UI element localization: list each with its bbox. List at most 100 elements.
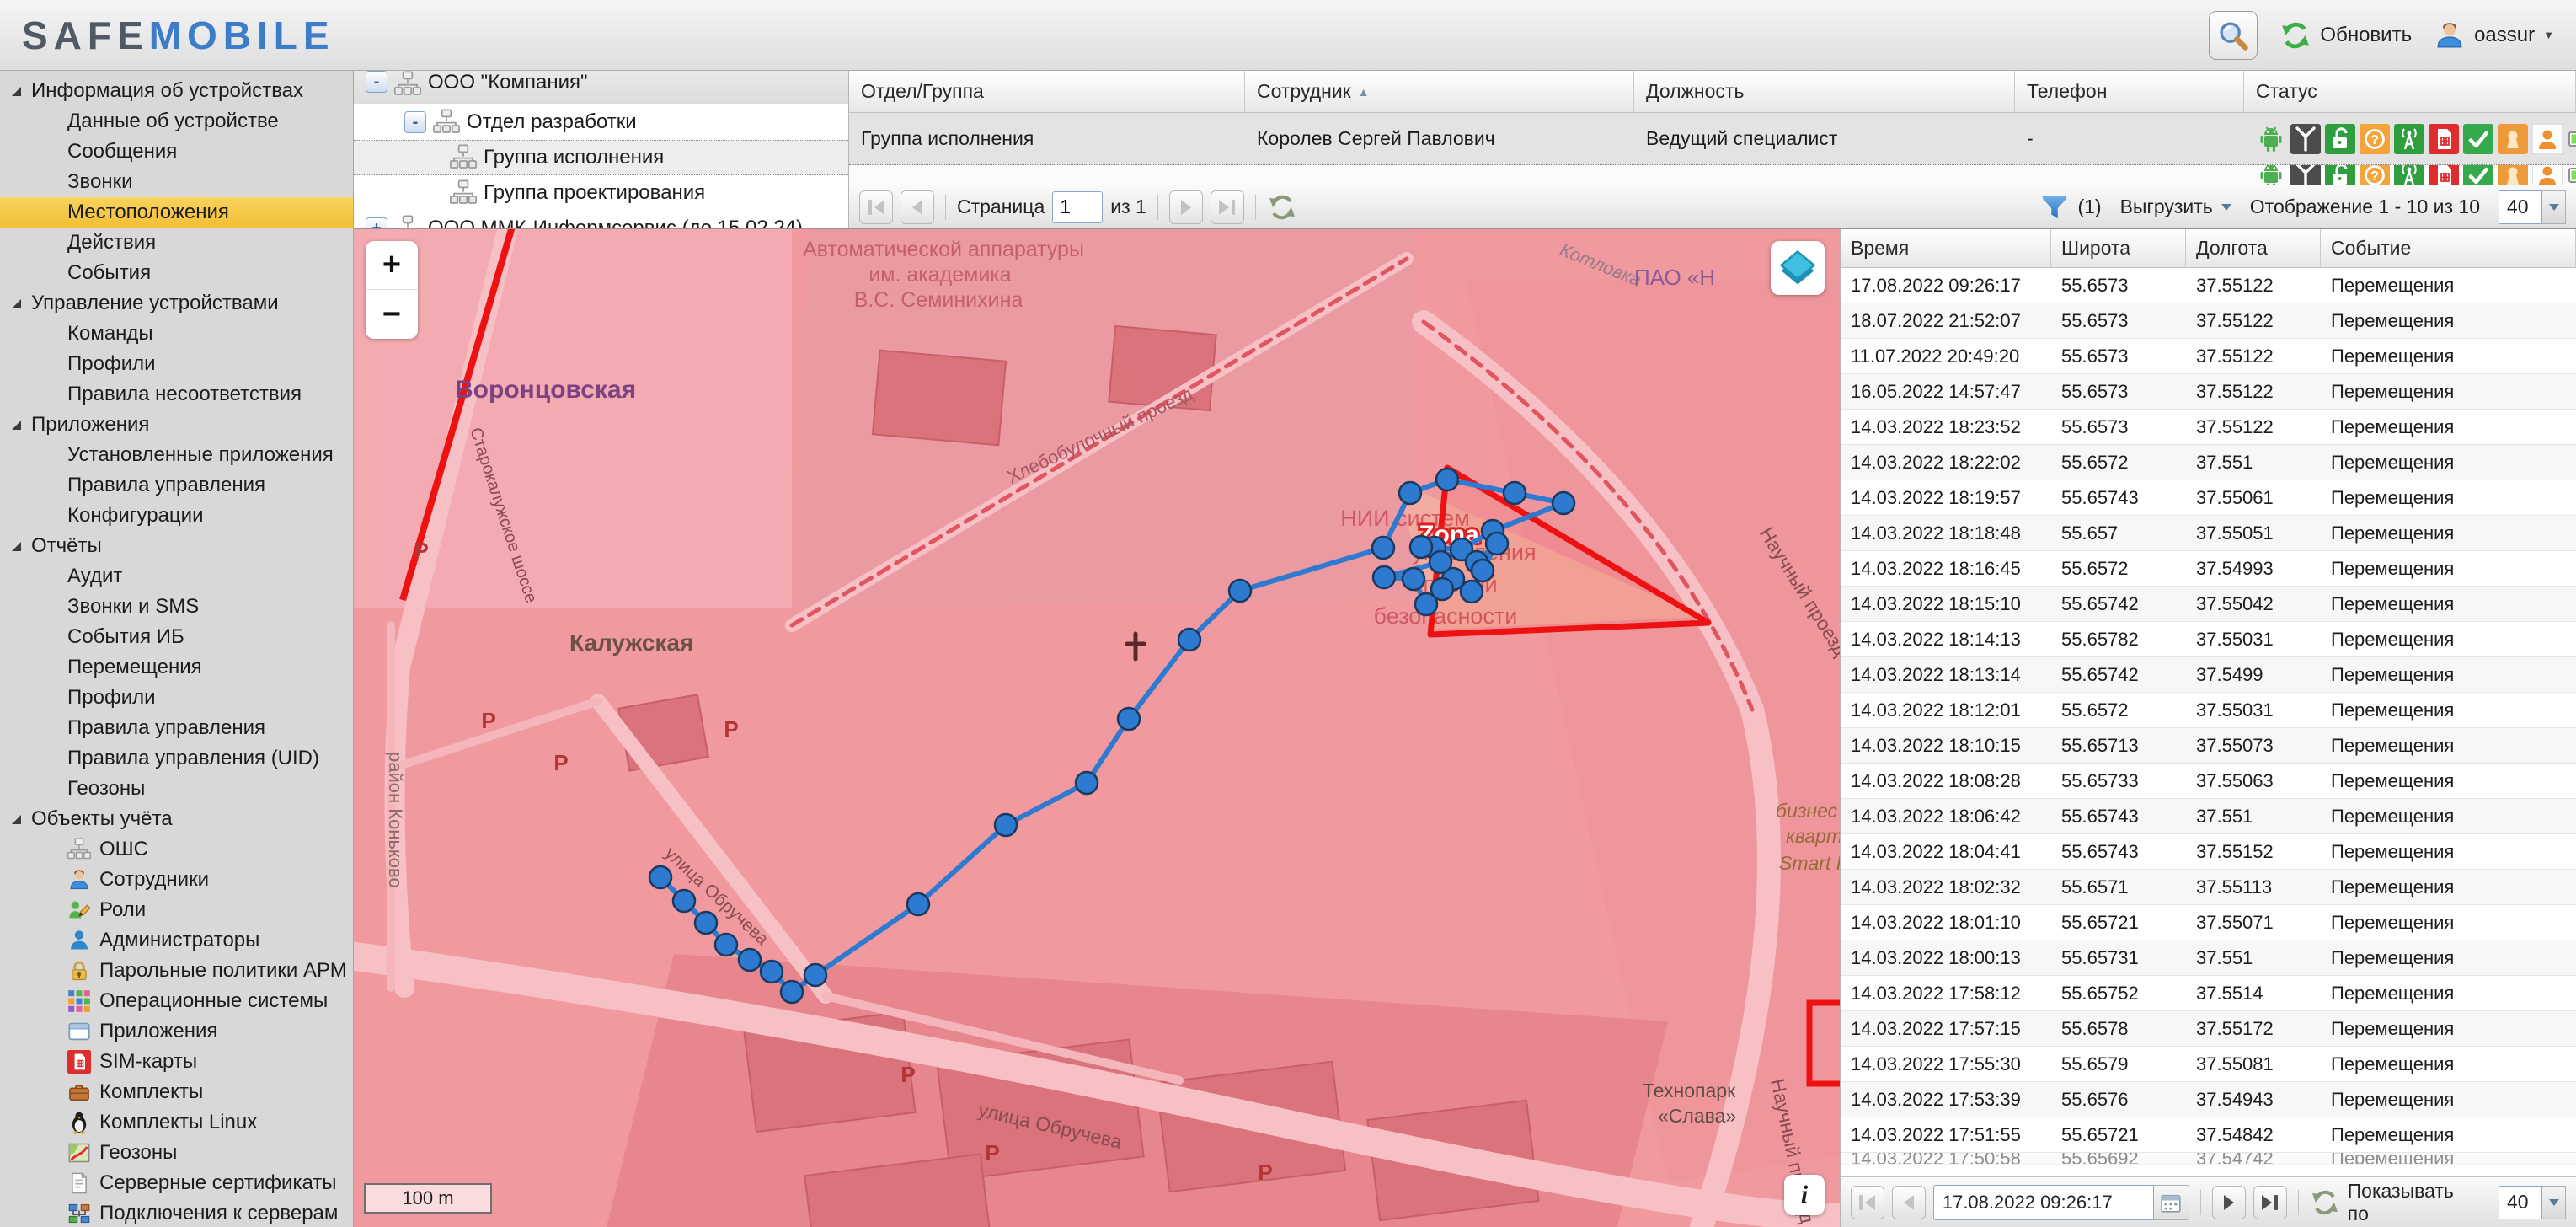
track-point[interactable] — [1403, 568, 1424, 590]
tree-expander-icon[interactable] — [12, 542, 21, 551]
location-row[interactable]: 14.03.2022 18:22:0255.657237.551Перемеще… — [1841, 445, 2576, 480]
track-point[interactable] — [1399, 482, 1421, 504]
map-layers-button[interactable] — [1771, 241, 1825, 295]
org-tree-node[interactable]: Группа проектирования — [354, 175, 848, 211]
location-row[interactable]: 14.03.2022 18:15:1055.6574237.55042Перем… — [1841, 587, 2576, 622]
track-point[interactable] — [1415, 593, 1437, 615]
employee-row[interactable]: ? — [849, 165, 2576, 185]
first-page-button[interactable] — [859, 190, 893, 224]
sidebar-item[interactable]: Приложения — [0, 1016, 353, 1047]
locations-column-header[interactable]: Событие — [2321, 229, 2576, 268]
track-point[interactable] — [804, 964, 826, 986]
sidebar-item[interactable]: Звонки — [0, 167, 353, 197]
sidebar-item[interactable]: Управление устройствами — [0, 288, 353, 319]
location-row[interactable]: 11.07.2022 20:49:2055.657337.55122Переме… — [1841, 339, 2576, 374]
track-point[interactable] — [649, 866, 671, 888]
track-point[interactable] — [1373, 566, 1395, 588]
loc-last-page-button[interactable] — [2253, 1186, 2287, 1219]
sidebar-item[interactable]: Перемещения — [0, 652, 353, 683]
track-point[interactable] — [1486, 533, 1508, 555]
loc-refresh-icon[interactable] — [2310, 1187, 2340, 1218]
locations-column-header[interactable]: Широта — [2051, 229, 2186, 268]
track-point[interactable] — [761, 961, 783, 983]
location-row[interactable]: 14.03.2022 18:08:2855.6573337.55063Перем… — [1841, 764, 2576, 799]
location-row[interactable]: 14.03.2022 18:06:4255.6574337.551Перемещ… — [1841, 799, 2576, 834]
loc-next-page-button[interactable] — [2212, 1186, 2246, 1219]
sidebar-item[interactable]: Данные об устройстве — [0, 106, 353, 137]
locations-column-header[interactable]: Долгота — [2186, 229, 2321, 268]
collapse-icon[interactable]: - — [404, 111, 426, 133]
sidebar-item[interactable]: Конфигурации — [0, 501, 353, 531]
track-point[interactable] — [1430, 551, 1451, 573]
user-menu[interactable]: oassur ▼ — [2434, 19, 2554, 51]
sidebar-item[interactable]: Роли — [0, 895, 353, 925]
location-row[interactable]: 14.03.2022 18:12:0155.657237.55031Переме… — [1841, 693, 2576, 728]
map-canvas[interactable]: Автоматической аппаратурыим. академикаВ.… — [354, 229, 1840, 1227]
sidebar-item[interactable]: Объекты учёта — [0, 804, 353, 834]
prev-page-button[interactable] — [901, 190, 934, 224]
sidebar-item[interactable]: Приложения — [0, 410, 353, 440]
tree-expander-icon[interactable] — [12, 87, 21, 96]
expand-icon[interactable]: + — [366, 217, 387, 228]
page-size-select[interactable]: 40 — [2499, 190, 2566, 224]
last-page-button[interactable] — [1211, 190, 1244, 224]
sidebar-item[interactable]: Серверные сертификаты — [0, 1168, 353, 1198]
track-point[interactable] — [1229, 580, 1251, 602]
collapse-icon[interactable]: - — [366, 71, 387, 93]
sidebar-item[interactable]: Комплекты Linux — [0, 1107, 353, 1138]
location-row[interactable]: 14.03.2022 18:23:5255.657337.55122Переме… — [1841, 410, 2576, 445]
track-point[interactable] — [1118, 708, 1140, 730]
sidebar-item[interactable]: Сообщения — [0, 137, 353, 167]
location-row[interactable]: 14.03.2022 18:19:5755.6574337.55061Перем… — [1841, 480, 2576, 516]
location-row[interactable]: 14.03.2022 18:02:3255.657137.55113Переме… — [1841, 870, 2576, 905]
location-row[interactable]: 14.03.2022 17:55:3055.657937.55081Переме… — [1841, 1047, 2576, 1082]
track-point[interactable] — [739, 949, 761, 971]
track-point[interactable] — [715, 934, 737, 956]
track-point[interactable] — [781, 981, 803, 1003]
org-tree-node[interactable]: -ООО "Компания" — [354, 71, 848, 104]
sidebar-item[interactable]: Геозоны — [0, 774, 353, 804]
sidebar-item[interactable]: События — [0, 258, 353, 288]
sidebar-item[interactable]: Установленные приложения — [0, 440, 353, 470]
refresh-table-icon[interactable] — [1267, 192, 1297, 222]
zoom-out-button[interactable]: − — [366, 290, 418, 339]
track-point[interactable] — [1076, 772, 1098, 794]
location-row[interactable]: 17.08.2022 09:26:1755.657337.55122Переме… — [1841, 268, 2576, 303]
sidebar-item[interactable]: Правила несоответствия — [0, 379, 353, 410]
tree-expander-icon[interactable] — [12, 815, 21, 824]
date-input[interactable]: 17.08.2022 09:26:17 — [1933, 1185, 2154, 1220]
map-container[interactable]: Автоматической аппаратурыим. академикаВ.… — [354, 229, 1840, 1227]
track-point[interactable] — [1504, 482, 1526, 504]
location-row[interactable]: 14.03.2022 18:16:4555.657237.54993Переме… — [1841, 551, 2576, 587]
location-row[interactable]: 18.07.2022 21:52:0755.657337.55122Переме… — [1841, 303, 2576, 339]
sidebar-item[interactable]: Комплекты — [0, 1077, 353, 1107]
map-info-button[interactable]: i — [1784, 1175, 1825, 1215]
location-row[interactable]: 16.05.2022 14:57:4755.657337.55122Переме… — [1841, 374, 2576, 410]
location-row[interactable]: 14.03.2022 17:51:5555.6572137.54842Перем… — [1841, 1117, 2576, 1153]
track-point[interactable] — [1436, 469, 1458, 490]
track-point[interactable] — [1372, 537, 1394, 559]
sidebar-item[interactable]: События ИБ — [0, 622, 353, 652]
sidebar-item[interactable]: Подключения к серверам — [0, 1198, 353, 1227]
sidebar-item[interactable]: Команды — [0, 319, 353, 349]
org-tree-node[interactable]: Группа исполнения — [354, 140, 848, 175]
sidebar-item[interactable]: Профили — [0, 683, 353, 713]
sidebar-item[interactable]: Сотрудники — [0, 865, 353, 895]
next-page-button[interactable] — [1169, 190, 1203, 224]
export-button[interactable]: Выгрузить — [2120, 196, 2231, 218]
employee-column-header[interactable]: Отдел/Группа — [849, 71, 1245, 113]
track-point[interactable] — [907, 893, 929, 915]
sidebar-item[interactable]: Местоположения — [0, 197, 353, 228]
track-point[interactable] — [673, 890, 695, 912]
location-row[interactable]: 14.03.2022 18:00:1355.6573137.551Перемещ… — [1841, 940, 2576, 976]
track-point[interactable] — [995, 814, 1017, 836]
org-tree-node[interactable]: -Отдел разработки — [354, 104, 848, 140]
zoom-in-button[interactable]: + — [366, 241, 418, 290]
location-row[interactable]: 14.03.2022 18:14:1355.6578237.55031Перем… — [1841, 622, 2576, 657]
employee-row[interactable]: Группа исполненияКоролев Сергей Павлович… — [849, 113, 2576, 165]
employee-column-header[interactable]: Сотрудник▲ — [1245, 71, 1634, 113]
location-row[interactable]: 14.03.2022 18:13:1455.6574237.5499Переме… — [1841, 657, 2576, 693]
sidebar-item[interactable]: Аудит — [0, 561, 353, 592]
locations-column-header[interactable]: Время — [1841, 229, 2051, 268]
sidebar-item[interactable]: Отчёты — [0, 531, 353, 561]
